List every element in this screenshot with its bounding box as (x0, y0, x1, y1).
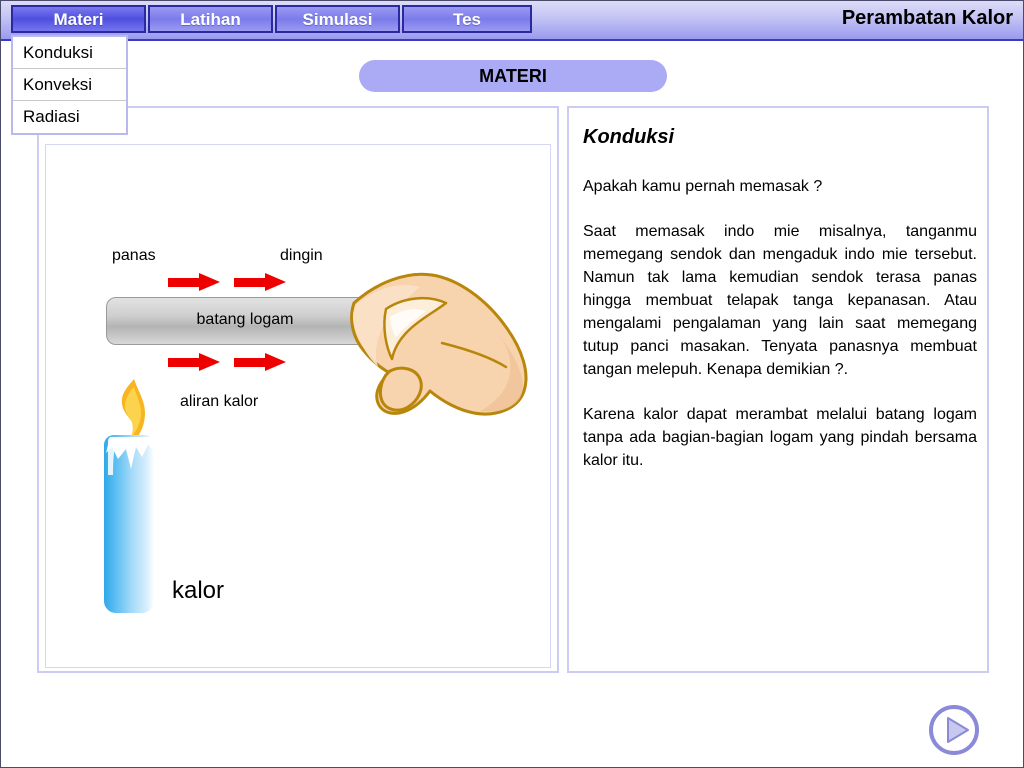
tab-tes[interactable]: Tes (402, 5, 532, 33)
section-banner: MATERI (359, 60, 667, 92)
tab-simulasi[interactable]: Simulasi (275, 5, 400, 33)
article-paragraph: Karena kalor dapat merambat melalui bata… (583, 406, 977, 469)
arrow-right-icon (168, 273, 220, 291)
arrow-right-icon (168, 353, 220, 371)
menu-item-konduksi[interactable]: Konduksi (13, 37, 126, 69)
menu-item-konveksi[interactable]: Konveksi (13, 69, 126, 101)
illustration-canvas: panas dingin batang logam aliran kalor k… (45, 144, 551, 668)
arrow-right-icon (234, 273, 286, 291)
arrow-right-icon (234, 353, 286, 371)
hand-icon (350, 272, 528, 416)
candle-wax-icon (106, 437, 154, 475)
main-navigation-tabs: Materi Latihan Simulasi Tes (11, 5, 532, 33)
article-paragraph: Apakah kamu pernah memasak ? (583, 178, 823, 195)
label-dingin: dingin (280, 247, 323, 264)
label-panas: panas (112, 247, 156, 264)
tab-materi[interactable]: Materi (11, 5, 146, 33)
article-title: Konduksi (583, 126, 675, 148)
label-kalor: kalor (172, 577, 225, 604)
metal-bar-label: batang logam (196, 311, 294, 328)
page-title: Perambatan Kalor (841, 7, 1013, 29)
application-window: Perambatan Kalor Materi Latihan Simulasi… (0, 0, 1024, 768)
tab-latihan[interactable]: Latihan (148, 5, 273, 33)
illustration-panel: panas dingin batang logam aliran kalor k… (37, 106, 559, 673)
next-button[interactable] (927, 703, 981, 757)
label-aliran-kalor: aliran kalor (180, 393, 259, 410)
menu-item-radiasi[interactable]: Radiasi (13, 101, 126, 133)
article-paragraph: Saat memasak indo mie misalnya, tanganmu… (583, 223, 977, 378)
materi-dropdown-menu: Konduksi Konveksi Radiasi (11, 35, 128, 135)
article-content: Konduksi Apakah kamu pernah memasak ? Sa… (583, 126, 977, 472)
article-panel: Konduksi Apakah kamu pernah memasak ? Sa… (567, 106, 989, 673)
metal-bar: batang logam (106, 297, 384, 345)
